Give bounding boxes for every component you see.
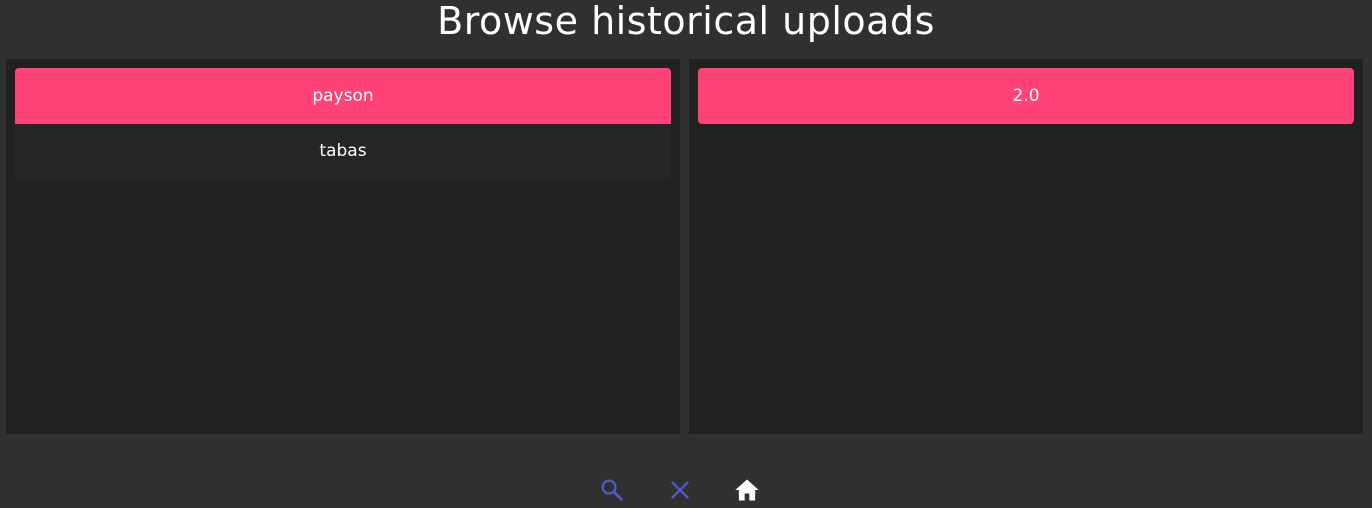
- search-icon[interactable]: [598, 476, 626, 504]
- page: Browse historical uploads payson tabas 2…: [0, 0, 1372, 508]
- home-icon[interactable]: [733, 476, 761, 504]
- bottom-toolbar: [0, 476, 1372, 504]
- list-item-payson[interactable]: payson: [15, 68, 671, 124]
- version-list-panel: 2.0: [689, 59, 1363, 434]
- close-icon[interactable]: [666, 476, 694, 504]
- app-list-panel: payson tabas: [6, 59, 680, 434]
- list-item-version[interactable]: 2.0: [698, 68, 1354, 124]
- page-title: Browse historical uploads: [437, 0, 935, 43]
- list-item-tabas[interactable]: tabas: [15, 124, 671, 179]
